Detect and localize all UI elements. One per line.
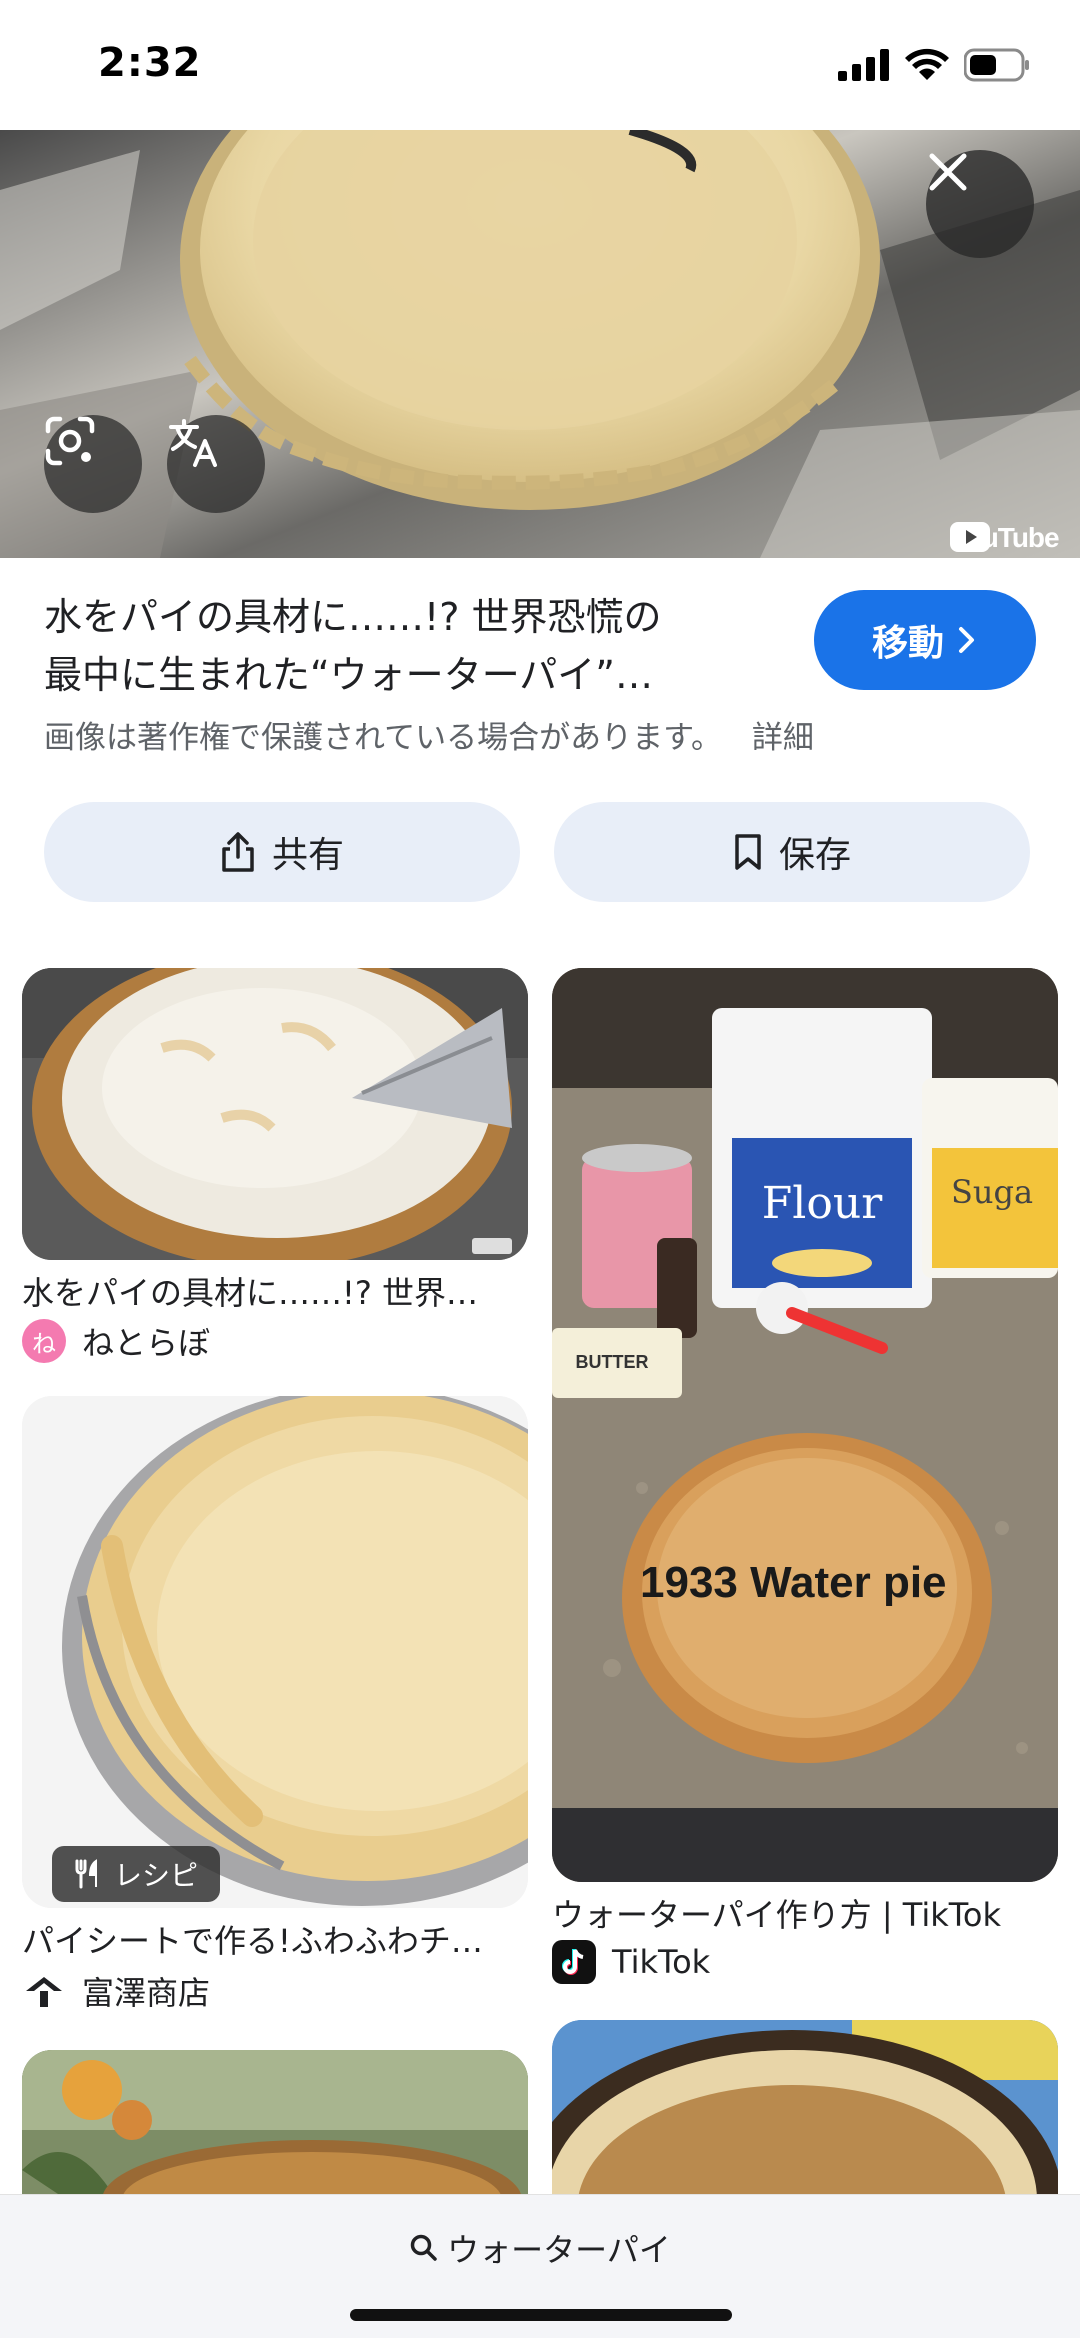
status-icons bbox=[838, 48, 1030, 82]
save-button-label: 保存 bbox=[778, 835, 851, 876]
visit-button[interactable]: 移動 bbox=[814, 590, 1036, 690]
tiktok-icon bbox=[552, 1940, 596, 1984]
visit-button-label: 移動 bbox=[871, 623, 944, 664]
result-title-line1: 水をパイの具材に……!? 世界恐慌の bbox=[44, 595, 662, 639]
search-query-pill[interactable]: ウォーターパイ bbox=[0, 2225, 1080, 2271]
youtube-watermark: YouTube bbox=[950, 522, 1060, 554]
result-card-3-image[interactable]: レシピ bbox=[22, 1396, 528, 1908]
translate-icon bbox=[169, 419, 217, 467]
share-button-label: 共有 bbox=[271, 835, 344, 876]
netorabo-icon: ね bbox=[22, 1319, 66, 1363]
lens-button[interactable] bbox=[44, 415, 142, 513]
close-icon bbox=[929, 153, 967, 191]
copyright-notice: 画像は著作権で保護されている場合があります。 詳細 bbox=[44, 712, 814, 757]
flour-brand-text: Flour bbox=[762, 1178, 883, 1229]
result-title-line2: 最中に生まれた“ウォーターパイ”… bbox=[44, 653, 653, 697]
bottom-search-bar[interactable]: ウォーターパイ bbox=[0, 2194, 1080, 2338]
translate-button[interactable] bbox=[167, 415, 265, 513]
tomizawa-icon bbox=[26, 1977, 62, 2007]
signal-icon bbox=[838, 49, 889, 81]
result-card-1-caption[interactable]: 水をパイの具材に……!? 世界… bbox=[22, 1268, 528, 1314]
close-button[interactable] bbox=[926, 150, 1034, 258]
result-card-2-source[interactable]: TikTok bbox=[552, 1940, 710, 1984]
bookmark-icon bbox=[735, 834, 761, 870]
wifi-icon bbox=[905, 48, 949, 80]
result-card-3-source[interactable]: 富澤商店 bbox=[22, 1968, 210, 2014]
search-query-text: ウォーターパイ bbox=[447, 2231, 671, 2269]
recipe-badge: レシピ bbox=[52, 1846, 221, 1902]
result-title[interactable]: 水をパイの具材に……!? 世界恐慌の 最中に生まれた“ウォーターパイ”… bbox=[44, 588, 784, 704]
sugar-brand-text: Suga bbox=[951, 1173, 1033, 1211]
recipe-badge-label: レシピ bbox=[114, 1859, 199, 1892]
hero-image[interactable]: YouTube bbox=[0, 130, 1080, 558]
butter-text: BUTTER bbox=[576, 1352, 649, 1372]
copyright-text: 画像は著作権で保護されている場合があります。 bbox=[44, 720, 722, 756]
result-card-1-source[interactable]: ね ねとらぼ bbox=[22, 1318, 210, 1364]
result-card-2-image[interactable]: Flour Suga BUTTER 1933 Water pie bbox=[552, 968, 1058, 1882]
share-button[interactable]: 共有 bbox=[44, 802, 520, 902]
result-card-2-overlay-text: 1933 Water pie bbox=[640, 1558, 947, 1607]
details-link[interactable]: 詳細 bbox=[752, 720, 814, 756]
result-card-2-source-name: TikTok bbox=[612, 1943, 711, 1981]
status-time: 2:32 bbox=[98, 40, 202, 86]
save-button[interactable]: 保存 bbox=[554, 802, 1030, 902]
status-bar: 2:32 bbox=[0, 0, 1080, 130]
chevron-right-icon bbox=[959, 627, 974, 653]
utensils-icon bbox=[75, 1859, 97, 1889]
search-icon bbox=[410, 2234, 437, 2261]
result-card-1-source-name: ねとらぼ bbox=[82, 1324, 211, 1362]
youtube-icon bbox=[950, 522, 990, 552]
result-card-2-caption[interactable]: ウォーターパイ作り方 | TikTok bbox=[552, 1890, 1058, 1936]
share-icon bbox=[222, 832, 254, 872]
result-card-1-image[interactable] bbox=[22, 968, 528, 1260]
result-card-3-source-name: 富澤商店 bbox=[82, 1974, 211, 2012]
lens-icon bbox=[45, 416, 95, 466]
battery-icon bbox=[964, 48, 1029, 82]
home-indicator[interactable] bbox=[350, 2309, 732, 2321]
result-card-3-caption[interactable]: パイシートで作る!ふわふわチ… bbox=[22, 1916, 528, 1962]
